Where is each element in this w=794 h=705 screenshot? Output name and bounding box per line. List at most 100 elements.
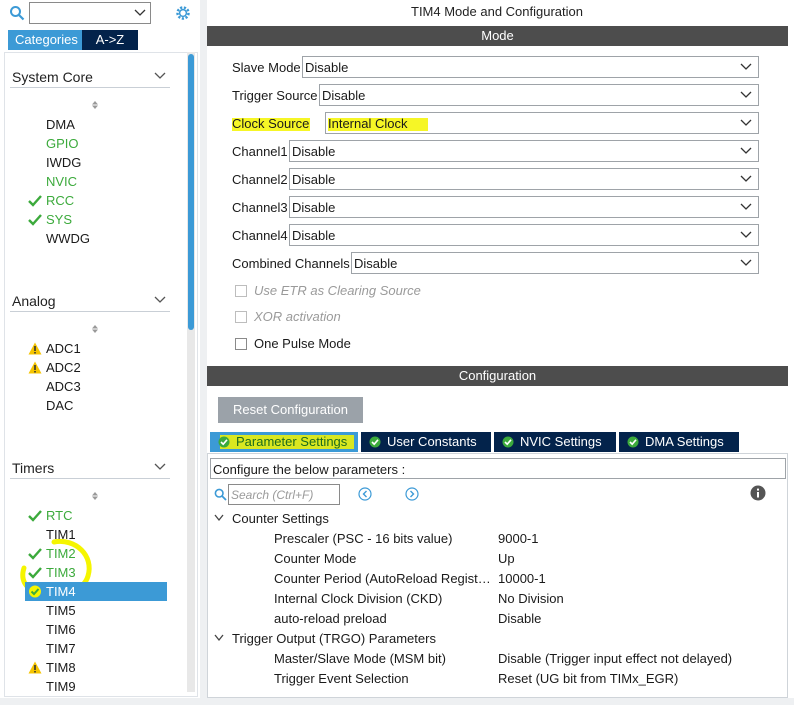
tab-user-constants[interactable]: User Constants <box>361 432 491 452</box>
chevron-down-icon[interactable] <box>740 146 752 156</box>
chevron-down-icon[interactable] <box>740 118 752 128</box>
param-row[interactable]: Trigger Event Selection Reset (UG bit fr… <box>274 670 784 688</box>
chevron-down-icon[interactable] <box>214 634 224 642</box>
tree-item-dma[interactable]: DMA <box>25 115 165 134</box>
select-value: Disable <box>322 88 366 103</box>
tree-item-iwdg[interactable]: IWDG <box>25 153 165 172</box>
warning-icon <box>28 361 42 374</box>
tree-item-dac[interactable]: DAC <box>25 396 165 415</box>
check-circle-icon <box>29 585 41 598</box>
trigger-source-select[interactable]: Disable <box>319 84 759 106</box>
param-row[interactable]: auto-reload preload Disable <box>274 610 784 628</box>
channel1-select[interactable]: Disable <box>289 140 759 162</box>
tree-item-tim4[interactable]: TIM4 <box>25 582 167 601</box>
combined-channels-select[interactable]: Disable <box>351 252 759 274</box>
tree-item-wwdg[interactable]: WWDG <box>25 229 165 248</box>
check-circle-icon <box>218 436 230 448</box>
tree-item-nvic[interactable]: NVIC <box>25 172 165 191</box>
section-system-core[interactable]: System Core <box>10 66 170 88</box>
search-icon[interactable] <box>214 488 227 501</box>
param-row[interactable]: Counter Mode Up <box>274 550 784 568</box>
sort-icon[interactable] <box>90 100 100 110</box>
tab-categories[interactable]: Categories <box>8 30 82 50</box>
checkbox-label: XOR activation <box>254 309 341 324</box>
chevron-down-icon[interactable] <box>740 202 752 212</box>
reset-configuration-button[interactable]: Reset Configuration <box>218 397 363 423</box>
check-circle-icon <box>369 436 381 448</box>
param-value[interactable]: Up <box>498 551 515 566</box>
info-icon[interactable] <box>750 485 766 501</box>
param-value[interactable]: Reset (UG bit from TIMx_EGR) <box>498 671 678 686</box>
tree-item-tim9[interactable]: TIM9 <box>25 677 165 696</box>
component-search-input[interactable] <box>29 2 151 24</box>
checkbox-box[interactable] <box>235 285 247 297</box>
tree-item-rtc[interactable]: RTC <box>25 506 165 525</box>
checkbox-box[interactable] <box>235 338 247 350</box>
search-icon[interactable] <box>9 5 25 21</box>
sort-icon[interactable] <box>90 324 100 334</box>
param-row[interactable]: Master/Slave Mode (MSM bit) Disable (Tri… <box>274 650 784 668</box>
check-icon <box>28 195 42 207</box>
check-icon <box>28 548 42 560</box>
tree-item-label: NVIC <box>46 174 78 189</box>
tab-nvic-settings[interactable]: NVIC Settings <box>494 432 616 452</box>
sort-icon[interactable] <box>90 491 100 501</box>
tree-item-sys[interactable]: SYS <box>25 210 165 229</box>
channel2-select[interactable]: Disable <box>289 168 759 190</box>
section-timers[interactable]: Timers <box>10 457 170 479</box>
tree-item-tim2[interactable]: TIM2 <box>25 544 165 563</box>
chevron-down-icon[interactable] <box>214 514 224 522</box>
param-value[interactable]: Disable (Trigger input effect not delaye… <box>498 651 732 666</box>
param-value[interactable]: 10000-1 <box>498 571 546 586</box>
chevron-down-icon[interactable] <box>740 90 752 100</box>
tree-item-tim6[interactable]: TIM6 <box>25 620 165 639</box>
category-scrollbar[interactable] <box>187 52 195 692</box>
tree-item-tim5[interactable]: TIM5 <box>25 601 165 620</box>
checkbox-box[interactable] <box>235 311 247 323</box>
tree-item-label: IWDG <box>46 155 82 170</box>
slave-mode-select[interactable]: Disable <box>302 56 759 78</box>
tree-item-adc3[interactable]: ADC3 <box>25 377 165 396</box>
panel-divider[interactable] <box>200 0 207 705</box>
tab-dma-settings[interactable]: DMA Settings <box>619 432 739 452</box>
param-row[interactable]: Prescaler (PSC - 16 bits value) 9000-1 <box>274 530 784 548</box>
chevron-down-icon[interactable] <box>154 462 166 472</box>
chevron-down-icon[interactable] <box>740 258 752 268</box>
tree-item-gpio[interactable]: GPIO <box>25 134 165 153</box>
tree-item-tim3[interactable]: TIM3 <box>25 563 165 582</box>
tree-item-tim1[interactable]: TIM1 <box>25 525 165 544</box>
tree-item-tim8[interactable]: TIM8 <box>25 658 165 677</box>
chevron-down-icon[interactable] <box>740 230 752 240</box>
clock-source-select[interactable]: Internal Clock <box>325 112 759 134</box>
scrollbar-thumb[interactable] <box>188 54 194 330</box>
tree-item-tim7[interactable]: TIM7 <box>25 639 165 658</box>
param-row[interactable]: Internal Clock Division (CKD) No Divisio… <box>274 590 784 608</box>
tree-item-adc1[interactable]: ADC1 <box>25 339 165 358</box>
chevron-down-icon[interactable] <box>154 71 166 81</box>
chevron-down-icon[interactable] <box>154 295 166 305</box>
param-row[interactable]: Counter Period (AutoReload Register - 16… <box>274 570 784 588</box>
tree-item-label: GPIO <box>46 136 79 151</box>
gear-icon[interactable] <box>174 4 192 22</box>
channel3-select[interactable]: Disable <box>289 196 759 218</box>
param-value[interactable]: No Division <box>498 591 564 606</box>
left-panel: Categories A->Z System Core DMA GPIO IWD… <box>0 0 200 705</box>
param-value[interactable]: Disable <box>498 611 541 626</box>
tree-item-label: ADC3 <box>46 379 81 394</box>
chevron-down-icon[interactable] <box>134 6 146 18</box>
chevron-down-icon[interactable] <box>740 62 752 72</box>
parameter-search-input[interactable]: Search (Ctrl+F) <box>228 484 340 505</box>
section-analog[interactable]: Analog <box>10 290 170 312</box>
tab-parameter-settings[interactable]: Parameter Settings <box>210 432 358 452</box>
previous-icon[interactable] <box>358 487 372 501</box>
chevron-down-icon[interactable] <box>740 174 752 184</box>
tab-a-to-z[interactable]: A->Z <box>82 30 138 50</box>
tree-item-rcc[interactable]: RCC <box>25 191 165 210</box>
tree-item-adc2[interactable]: ADC2 <box>25 358 165 377</box>
param-value[interactable]: 9000-1 <box>498 531 538 546</box>
next-icon[interactable] <box>405 487 419 501</box>
channel4-select[interactable]: Disable <box>289 224 759 246</box>
param-name: Internal Clock Division (CKD) <box>274 591 443 606</box>
tree-item-label: TIM3 <box>46 565 76 580</box>
tree-item-label: WWDG <box>46 231 91 246</box>
